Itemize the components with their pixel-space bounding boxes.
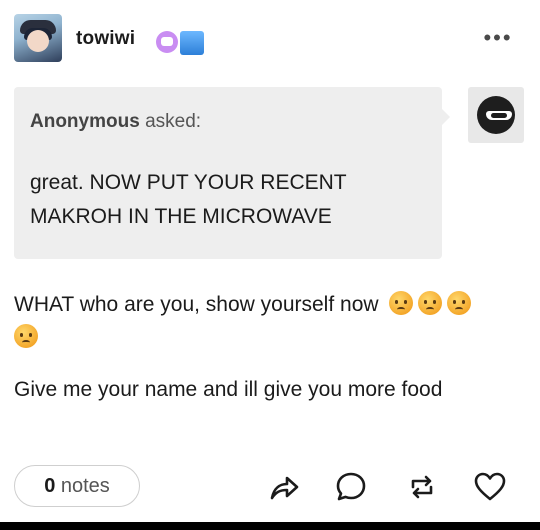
reblog-icon — [411, 475, 433, 499]
ask-question: great. NOW PUT YOUR RECENT MAKROH IN THE… — [30, 171, 347, 228]
heart-icon — [474, 472, 506, 501]
avatar-face — [27, 30, 49, 52]
post-header: towiwi ••• — [14, 14, 526, 66]
more-options-button[interactable]: ••• — [480, 26, 516, 54]
asker-line: Anonymous asked: — [30, 111, 201, 133]
reply-icon — [336, 472, 366, 501]
blog-username[interactable]: towiwi — [76, 28, 135, 50]
bottom-edge — [0, 522, 540, 530]
sunglasses-icon — [486, 111, 512, 120]
asker-avatar — [468, 87, 524, 143]
asker-name: Anonymous — [30, 111, 140, 132]
reblog-button[interactable] — [404, 469, 440, 505]
angry-face-emoji-icon — [14, 324, 38, 348]
answer-paragraph-1: WHAT who are you, show yourself now — [14, 288, 526, 354]
ask-box: Anonymous asked: great. NOW PUT YOUR REC… — [14, 87, 450, 259]
angry-face-emoji-icon — [447, 291, 472, 315]
share-button[interactable] — [266, 469, 302, 505]
notes-count: 0 — [44, 475, 56, 497]
notes-button[interactable]: 0 notes — [14, 465, 140, 507]
reply-button[interactable] — [333, 469, 369, 505]
like-button[interactable] — [472, 469, 508, 505]
answer-body: WHAT who are you, show yourself now Give… — [14, 288, 526, 406]
sticker-badge-icon — [156, 31, 178, 53]
angry-face-emoji-icon — [418, 291, 443, 315]
blue-badge-icon — [180, 31, 204, 55]
share-icon — [270, 476, 299, 500]
notes-label: notes — [60, 475, 110, 497]
angry-face-emoji-icon — [389, 291, 414, 315]
answer-paragraph-2: Give me your name and ill give you more … — [14, 378, 443, 401]
asked-label: asked: — [145, 111, 202, 132]
blog-avatar[interactable] — [14, 14, 62, 62]
answer-text-1: WHAT who are you, show yourself now — [14, 293, 379, 316]
